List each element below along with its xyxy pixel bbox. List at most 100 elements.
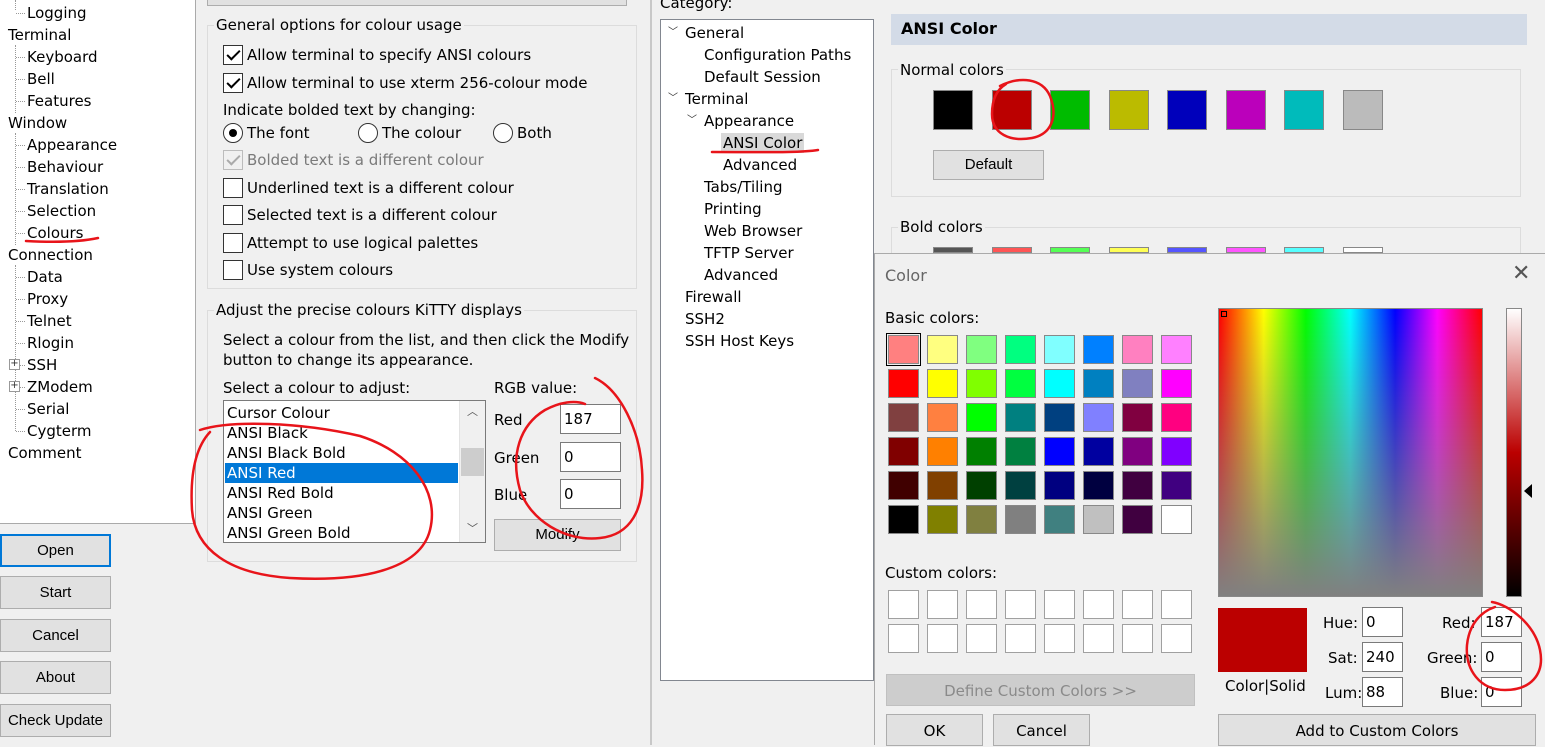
expand-chevron-icon[interactable]: ﹀ bbox=[668, 93, 678, 105]
scroll-up-icon[interactable]: ︿ bbox=[467, 406, 478, 418]
custom-color-cell[interactable] bbox=[927, 624, 958, 653]
basic-color-cell[interactable] bbox=[966, 505, 997, 534]
category-item-ssh-host-keys[interactable]: SSH Host Keys bbox=[685, 331, 794, 351]
basic-color-cell[interactable] bbox=[927, 403, 958, 432]
scroll-thumb[interactable] bbox=[461, 448, 484, 476]
category-item-tftp-server[interactable]: TFTP Server bbox=[704, 243, 794, 263]
basic-color-cell[interactable] bbox=[927, 369, 958, 398]
custom-color-cell[interactable] bbox=[1122, 590, 1153, 619]
custom-color-cell[interactable] bbox=[1161, 624, 1192, 653]
basic-color-cell[interactable] bbox=[888, 369, 919, 398]
bolded-diff-checkbox[interactable] bbox=[223, 150, 243, 170]
custom-color-cell[interactable] bbox=[927, 590, 958, 619]
allow-ansi-checkbox[interactable] bbox=[223, 45, 243, 65]
category-item-configuration-paths[interactable]: Configuration Paths bbox=[704, 45, 851, 65]
custom-color-cell[interactable] bbox=[1005, 590, 1036, 619]
basic-color-cell[interactable] bbox=[1005, 437, 1036, 466]
tree-item-features[interactable]: Features bbox=[27, 91, 92, 111]
tree-item-terminal[interactable]: Terminal bbox=[8, 25, 71, 45]
green-input[interactable]: 0 bbox=[560, 442, 621, 472]
config-tree[interactable]: Logging Terminal Keyboard Bell Features Windo… bbox=[0, 0, 196, 524]
underlined-diff-checkbox[interactable] bbox=[223, 178, 243, 198]
lum-input[interactable]: 88 bbox=[1362, 677, 1403, 707]
basic-color-cell[interactable] bbox=[927, 437, 958, 466]
custom-color-cell[interactable] bbox=[1005, 624, 1036, 653]
basic-color-cell[interactable] bbox=[1161, 369, 1192, 398]
tree-item-data[interactable]: Data bbox=[27, 267, 63, 287]
bold-font-radio[interactable] bbox=[223, 123, 243, 143]
basic-color-cell[interactable] bbox=[966, 403, 997, 432]
normal-color-swatch[interactable] bbox=[1167, 90, 1207, 130]
ok-button[interactable]: OK bbox=[886, 714, 983, 746]
basic-color-cell[interactable] bbox=[1083, 505, 1114, 534]
category-item-general[interactable]: General bbox=[685, 23, 744, 43]
tree-item-ssh[interactable]: SSH bbox=[27, 355, 57, 375]
basic-color-cell[interactable] bbox=[1005, 369, 1036, 398]
tree-item-zmodem[interactable]: ZModem bbox=[27, 377, 93, 397]
luminance-bar[interactable] bbox=[1506, 308, 1522, 597]
sat-input[interactable]: 240 bbox=[1362, 642, 1403, 672]
dialog-blue-input[interactable]: 0 bbox=[1481, 677, 1522, 707]
custom-color-cell[interactable] bbox=[1044, 590, 1075, 619]
dialog-red-input[interactable]: 187 bbox=[1481, 607, 1522, 637]
normal-color-swatch[interactable] bbox=[1225, 90, 1266, 130]
category-item-advanced[interactable]: Advanced bbox=[723, 155, 797, 175]
bold-both-radio[interactable] bbox=[493, 123, 513, 143]
basic-color-cell[interactable] bbox=[1122, 335, 1153, 364]
tree-item-cygterm[interactable]: Cygterm bbox=[27, 421, 92, 441]
basic-color-cell[interactable] bbox=[1161, 471, 1192, 500]
tree-item-window[interactable]: Window bbox=[8, 113, 67, 133]
basic-color-cell[interactable] bbox=[888, 403, 919, 432]
basic-color-cell[interactable] bbox=[1044, 437, 1075, 466]
basic-color-cell[interactable] bbox=[1044, 335, 1075, 364]
tree-item-keyboard[interactable]: Keyboard bbox=[27, 47, 98, 67]
colour-list-item[interactable]: ANSI Black Bold bbox=[225, 443, 458, 463]
basic-color-cell[interactable] bbox=[1122, 437, 1153, 466]
custom-color-cell[interactable] bbox=[1044, 624, 1075, 653]
red-input[interactable]: 187 bbox=[560, 404, 621, 434]
colour-list-item[interactable]: Cursor Colour bbox=[225, 403, 458, 423]
blue-input[interactable]: 0 bbox=[560, 479, 621, 509]
category-item-web-browser[interactable]: Web Browser bbox=[704, 221, 802, 241]
normal-color-swatch[interactable] bbox=[1284, 90, 1324, 130]
colour-list-item[interactable]: ANSI Red Bold bbox=[225, 483, 458, 503]
basic-color-cell[interactable] bbox=[1044, 505, 1075, 534]
tree-item-serial[interactable]: Serial bbox=[27, 399, 69, 419]
custom-color-cell[interactable] bbox=[966, 624, 997, 653]
custom-color-cell[interactable] bbox=[888, 624, 919, 653]
basic-color-cell[interactable] bbox=[1083, 335, 1114, 364]
close-icon[interactable]: ✕ bbox=[1512, 262, 1530, 286]
custom-color-cell[interactable] bbox=[1083, 624, 1114, 653]
category-tree[interactable]: General ﹀ Configuration Paths Default Sessi… bbox=[660, 19, 874, 681]
custom-color-cell[interactable] bbox=[1083, 590, 1114, 619]
bold-colour-radio[interactable] bbox=[358, 123, 378, 143]
normal-color-swatch[interactable] bbox=[1050, 90, 1090, 130]
about-button[interactable]: About bbox=[0, 661, 111, 694]
hue-input[interactable]: 0 bbox=[1362, 607, 1403, 637]
tree-item-colours[interactable]: Colours bbox=[27, 223, 83, 243]
basic-color-cell[interactable] bbox=[1122, 369, 1153, 398]
dialog-green-input[interactable]: 0 bbox=[1481, 642, 1522, 672]
basic-color-cell[interactable] bbox=[966, 437, 997, 466]
logical-palettes-checkbox[interactable] bbox=[223, 233, 243, 253]
category-item-firewall[interactable]: Firewall bbox=[685, 287, 742, 307]
basic-color-cell[interactable] bbox=[1044, 369, 1075, 398]
check-update-button[interactable]: Check Update bbox=[0, 704, 111, 737]
basic-color-cell[interactable] bbox=[966, 369, 997, 398]
expand-icon[interactable]: + bbox=[9, 381, 20, 392]
basic-color-cell[interactable] bbox=[1044, 471, 1075, 500]
custom-color-cell[interactable] bbox=[888, 590, 919, 619]
colour-list-item[interactable]: ANSI Green Bold bbox=[225, 523, 458, 542]
basic-color-cell[interactable] bbox=[1122, 471, 1153, 500]
basic-color-cell[interactable] bbox=[1122, 505, 1153, 534]
expand-chevron-icon[interactable]: ﹀ bbox=[687, 115, 697, 127]
expand-icon[interactable]: + bbox=[9, 359, 20, 370]
modify-button[interactable]: Modify bbox=[494, 519, 621, 551]
expand-chevron-icon[interactable]: ﹀ bbox=[668, 27, 678, 39]
basic-color-cell[interactable] bbox=[1161, 335, 1192, 364]
colour-list-item[interactable]: ANSI Red bbox=[225, 463, 458, 483]
dialog-cancel-button[interactable]: Cancel bbox=[993, 714, 1090, 746]
basic-color-cell[interactable] bbox=[1083, 403, 1114, 432]
basic-color-cell[interactable] bbox=[966, 471, 997, 500]
start-button[interactable]: Start bbox=[0, 576, 111, 609]
